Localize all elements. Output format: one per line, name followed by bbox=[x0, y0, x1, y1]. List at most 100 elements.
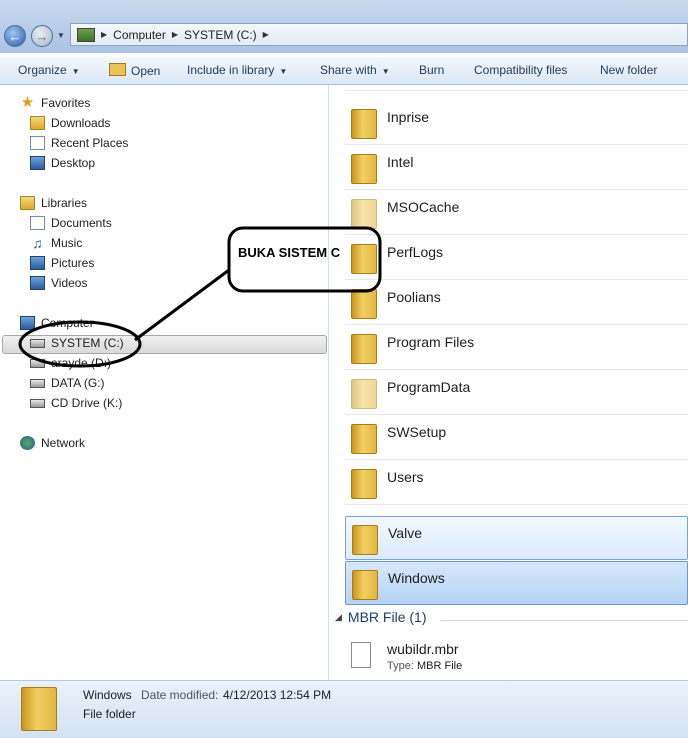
folder-icon bbox=[352, 570, 378, 600]
details-pane: Windows Date modified: 4/12/2013 12:54 P… bbox=[0, 680, 688, 738]
nav-videos[interactable]: Videos bbox=[30, 276, 87, 290]
folder-name: Intel bbox=[387, 154, 414, 170]
burn-button[interactable]: Burn bbox=[419, 63, 444, 77]
folder-row-hover[interactable]: Valve bbox=[345, 516, 688, 560]
nav-drive-k[interactable]: CD Drive (K:) bbox=[30, 396, 122, 410]
include-label: Include in library bbox=[187, 63, 275, 77]
folder-icon bbox=[351, 334, 377, 364]
nav-drive-g[interactable]: DATA (G:) bbox=[30, 376, 105, 390]
folder-name: SWSetup bbox=[387, 424, 447, 440]
details-type: File folder bbox=[83, 707, 136, 721]
new-folder-button[interactable]: New folder bbox=[600, 63, 657, 77]
folder-row[interactable]: PerfLogs bbox=[345, 236, 688, 280]
nav-pictures[interactable]: Pictures bbox=[30, 256, 94, 270]
details-date-label: Date modified: bbox=[141, 688, 219, 702]
folder-row[interactable]: Users bbox=[345, 461, 688, 505]
chevron-down-icon: ▼ bbox=[71, 67, 80, 76]
file-type: Type: MBR File bbox=[387, 660, 462, 672]
folder-name: Windows bbox=[388, 570, 445, 586]
command-bar: Organize ▼ Open Include in library ▼ Share… bbox=[0, 57, 688, 85]
file-type-value: MBR File bbox=[416, 660, 463, 672]
file-name[interactable]: wubildr.mbr bbox=[387, 641, 459, 657]
folder-name: Program Files bbox=[387, 334, 475, 350]
chevron-right-icon[interactable]: ▶ bbox=[263, 30, 269, 39]
folder-icon bbox=[351, 154, 377, 184]
folder-icon bbox=[351, 379, 377, 409]
nav-label: Recent Places bbox=[51, 136, 129, 150]
annotation-label: BUKA SISTEM C bbox=[238, 245, 341, 260]
compatibility-files-button[interactable]: Compatibility files bbox=[474, 63, 567, 77]
chevron-down-icon: ▼ bbox=[279, 67, 288, 76]
downloads-icon bbox=[30, 116, 45, 130]
folder-row-selected[interactable]: Windows bbox=[345, 561, 688, 605]
music-note-icon: ♫ bbox=[32, 235, 43, 251]
documents-icon bbox=[30, 216, 45, 230]
nav-label: Libraries bbox=[41, 196, 88, 210]
folder-row[interactable]: MSOCache bbox=[345, 191, 688, 235]
folder-row[interactable]: SWSetup bbox=[345, 416, 688, 460]
videos-icon bbox=[30, 276, 45, 290]
chevron-right-icon[interactable]: ▶ bbox=[101, 30, 107, 39]
open-label: Open bbox=[131, 64, 161, 78]
forward-button[interactable]: → bbox=[31, 25, 53, 47]
folder-row[interactable]: Poolians bbox=[345, 281, 688, 325]
nav-libraries[interactable]: Libraries bbox=[20, 196, 87, 210]
folder-name: Inprise bbox=[387, 109, 430, 125]
nav-label: Pictures bbox=[51, 256, 95, 270]
folder-row[interactable]: Intel bbox=[345, 146, 688, 190]
chevron-down-icon: ▼ bbox=[381, 67, 390, 76]
address-bar-area: ← → ▼ ▶ Computer ▶ SYSTEM (C:) ▶ bbox=[0, 0, 688, 53]
nav-drive-d[interactable]: arayde (D:) bbox=[30, 356, 111, 370]
folder-icon bbox=[351, 424, 377, 454]
nav-computer[interactable]: Computer bbox=[20, 316, 94, 330]
file-type-label: Type: bbox=[387, 660, 414, 672]
computer-icon bbox=[77, 27, 95, 42]
chevron-right-icon[interactable]: ▶ bbox=[172, 30, 178, 39]
collapse-arrow-icon[interactable]: ◢ bbox=[335, 612, 342, 623]
open-button[interactable]: Open bbox=[109, 63, 160, 78]
nav-documents[interactable]: Documents bbox=[30, 216, 112, 230]
organize-button[interactable]: Organize ▼ bbox=[18, 63, 80, 77]
group-header-mbr[interactable]: ◢ MBR File (1) bbox=[335, 609, 426, 625]
organize-label: Organize bbox=[18, 63, 67, 77]
file-icon[interactable] bbox=[351, 642, 371, 668]
breadcrumb-computer[interactable]: Computer bbox=[113, 28, 166, 42]
folder-icon bbox=[351, 199, 377, 229]
folder-row[interactable]: ProgramData bbox=[345, 371, 688, 415]
folder-row[interactable]: Inprise bbox=[345, 101, 688, 145]
open-folder-icon bbox=[109, 63, 126, 76]
recent-pages-dropdown-icon[interactable]: ▼ bbox=[57, 31, 65, 40]
folder-icon bbox=[351, 289, 377, 319]
nav-network[interactable]: Network bbox=[20, 436, 85, 450]
folder-icon bbox=[351, 244, 377, 274]
nav-desktop[interactable]: Desktop bbox=[30, 156, 95, 170]
computer-icon bbox=[20, 316, 35, 330]
folder-icon bbox=[21, 687, 57, 731]
group-divider bbox=[441, 620, 688, 621]
nav-recent-places[interactable]: Recent Places bbox=[30, 136, 128, 150]
nav-label: Network bbox=[41, 436, 86, 450]
group-header-label: MBR File (1) bbox=[347, 609, 427, 625]
include-in-library-button[interactable]: Include in library ▼ bbox=[187, 63, 287, 77]
folder-name: Valve bbox=[388, 525, 422, 541]
folder-row[interactable]: Program Files bbox=[345, 326, 688, 370]
nav-label: CD Drive (K:) bbox=[51, 396, 123, 410]
hard-drive-icon bbox=[30, 338, 45, 348]
address-box[interactable]: ▶ Computer ▶ SYSTEM (C:) ▶ bbox=[70, 23, 688, 46]
nav-label: Downloads bbox=[51, 116, 111, 130]
details-date-value: 4/12/2013 12:54 PM bbox=[223, 688, 332, 702]
nav-system-c[interactable]: SYSTEM (C:) bbox=[30, 336, 124, 350]
nav-downloads[interactable]: Downloads bbox=[30, 116, 110, 130]
nav-label: Music bbox=[51, 236, 83, 250]
cd-drive-icon bbox=[30, 398, 45, 408]
folder-row-partial[interactable] bbox=[345, 85, 688, 91]
nav-favorites[interactable]: ★ Favorites bbox=[20, 95, 91, 110]
folder-name: MSOCache bbox=[387, 199, 460, 215]
share-with-button[interactable]: Share with ▼ bbox=[320, 63, 390, 77]
details-name: Windows bbox=[83, 688, 132, 702]
folder-icon bbox=[352, 525, 378, 555]
breadcrumb-system-c[interactable]: SYSTEM (C:) bbox=[184, 28, 257, 42]
nav-music[interactable]: ♫ Music bbox=[30, 236, 82, 250]
back-button[interactable]: ← bbox=[4, 25, 26, 47]
share-label: Share with bbox=[320, 63, 377, 77]
